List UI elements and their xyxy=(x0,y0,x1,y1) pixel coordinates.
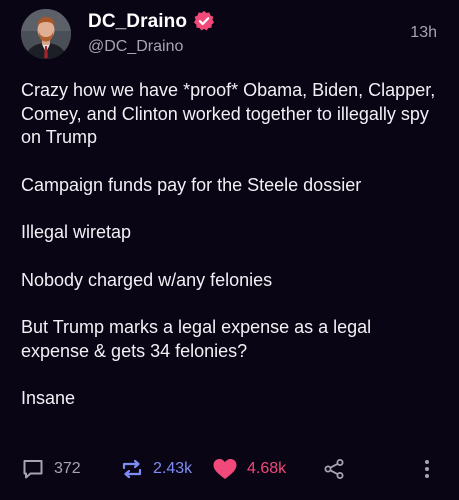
avatar-image xyxy=(21,9,71,59)
repost-count: 2.43k xyxy=(153,460,193,477)
repost-arrows-icon xyxy=(122,459,142,479)
user-handle[interactable]: @DC_Draino xyxy=(88,38,183,56)
reply-button[interactable]: 372 xyxy=(21,452,81,486)
timestamp[interactable]: 13h xyxy=(410,24,437,42)
verified-badge-icon xyxy=(193,10,215,31)
post-paragraph: Illegal wiretap xyxy=(21,222,132,242)
vertical-ellipsis-icon xyxy=(425,460,429,478)
post-paragraph: Nobody charged w/any felonies xyxy=(21,269,273,290)
reply-count: 372 xyxy=(54,460,81,477)
post-paragraph: Crazy how we have *proof* Obama, Biden, … xyxy=(21,80,436,147)
post-paragraph: Insane xyxy=(21,388,76,408)
heart-icon xyxy=(213,459,237,479)
speech-bubble-icon xyxy=(23,460,43,479)
more-options-button[interactable] xyxy=(415,452,439,486)
post-card[interactable]: DC_Draino @DC_Draino 13h Crazy how we ha… xyxy=(0,0,459,500)
avatar[interactable] xyxy=(21,9,71,59)
share-icon xyxy=(324,459,344,479)
repost-button[interactable]: 2.43k xyxy=(120,452,192,486)
share-button[interactable] xyxy=(322,452,346,486)
action-bar: 372 2.43k 4.68k xyxy=(0,452,459,486)
post-paragraph: Campaign funds pay for the Steele dossie… xyxy=(21,174,362,195)
post-body: Crazy how we have *proof* Obama, Biden, … xyxy=(21,79,441,411)
display-name[interactable]: DC_Draino xyxy=(88,11,187,33)
like-button[interactable]: 4.68k xyxy=(212,452,286,486)
post-paragraph: But Trump marks a legal expense as a leg… xyxy=(21,317,372,361)
like-count: 4.68k xyxy=(247,460,287,477)
